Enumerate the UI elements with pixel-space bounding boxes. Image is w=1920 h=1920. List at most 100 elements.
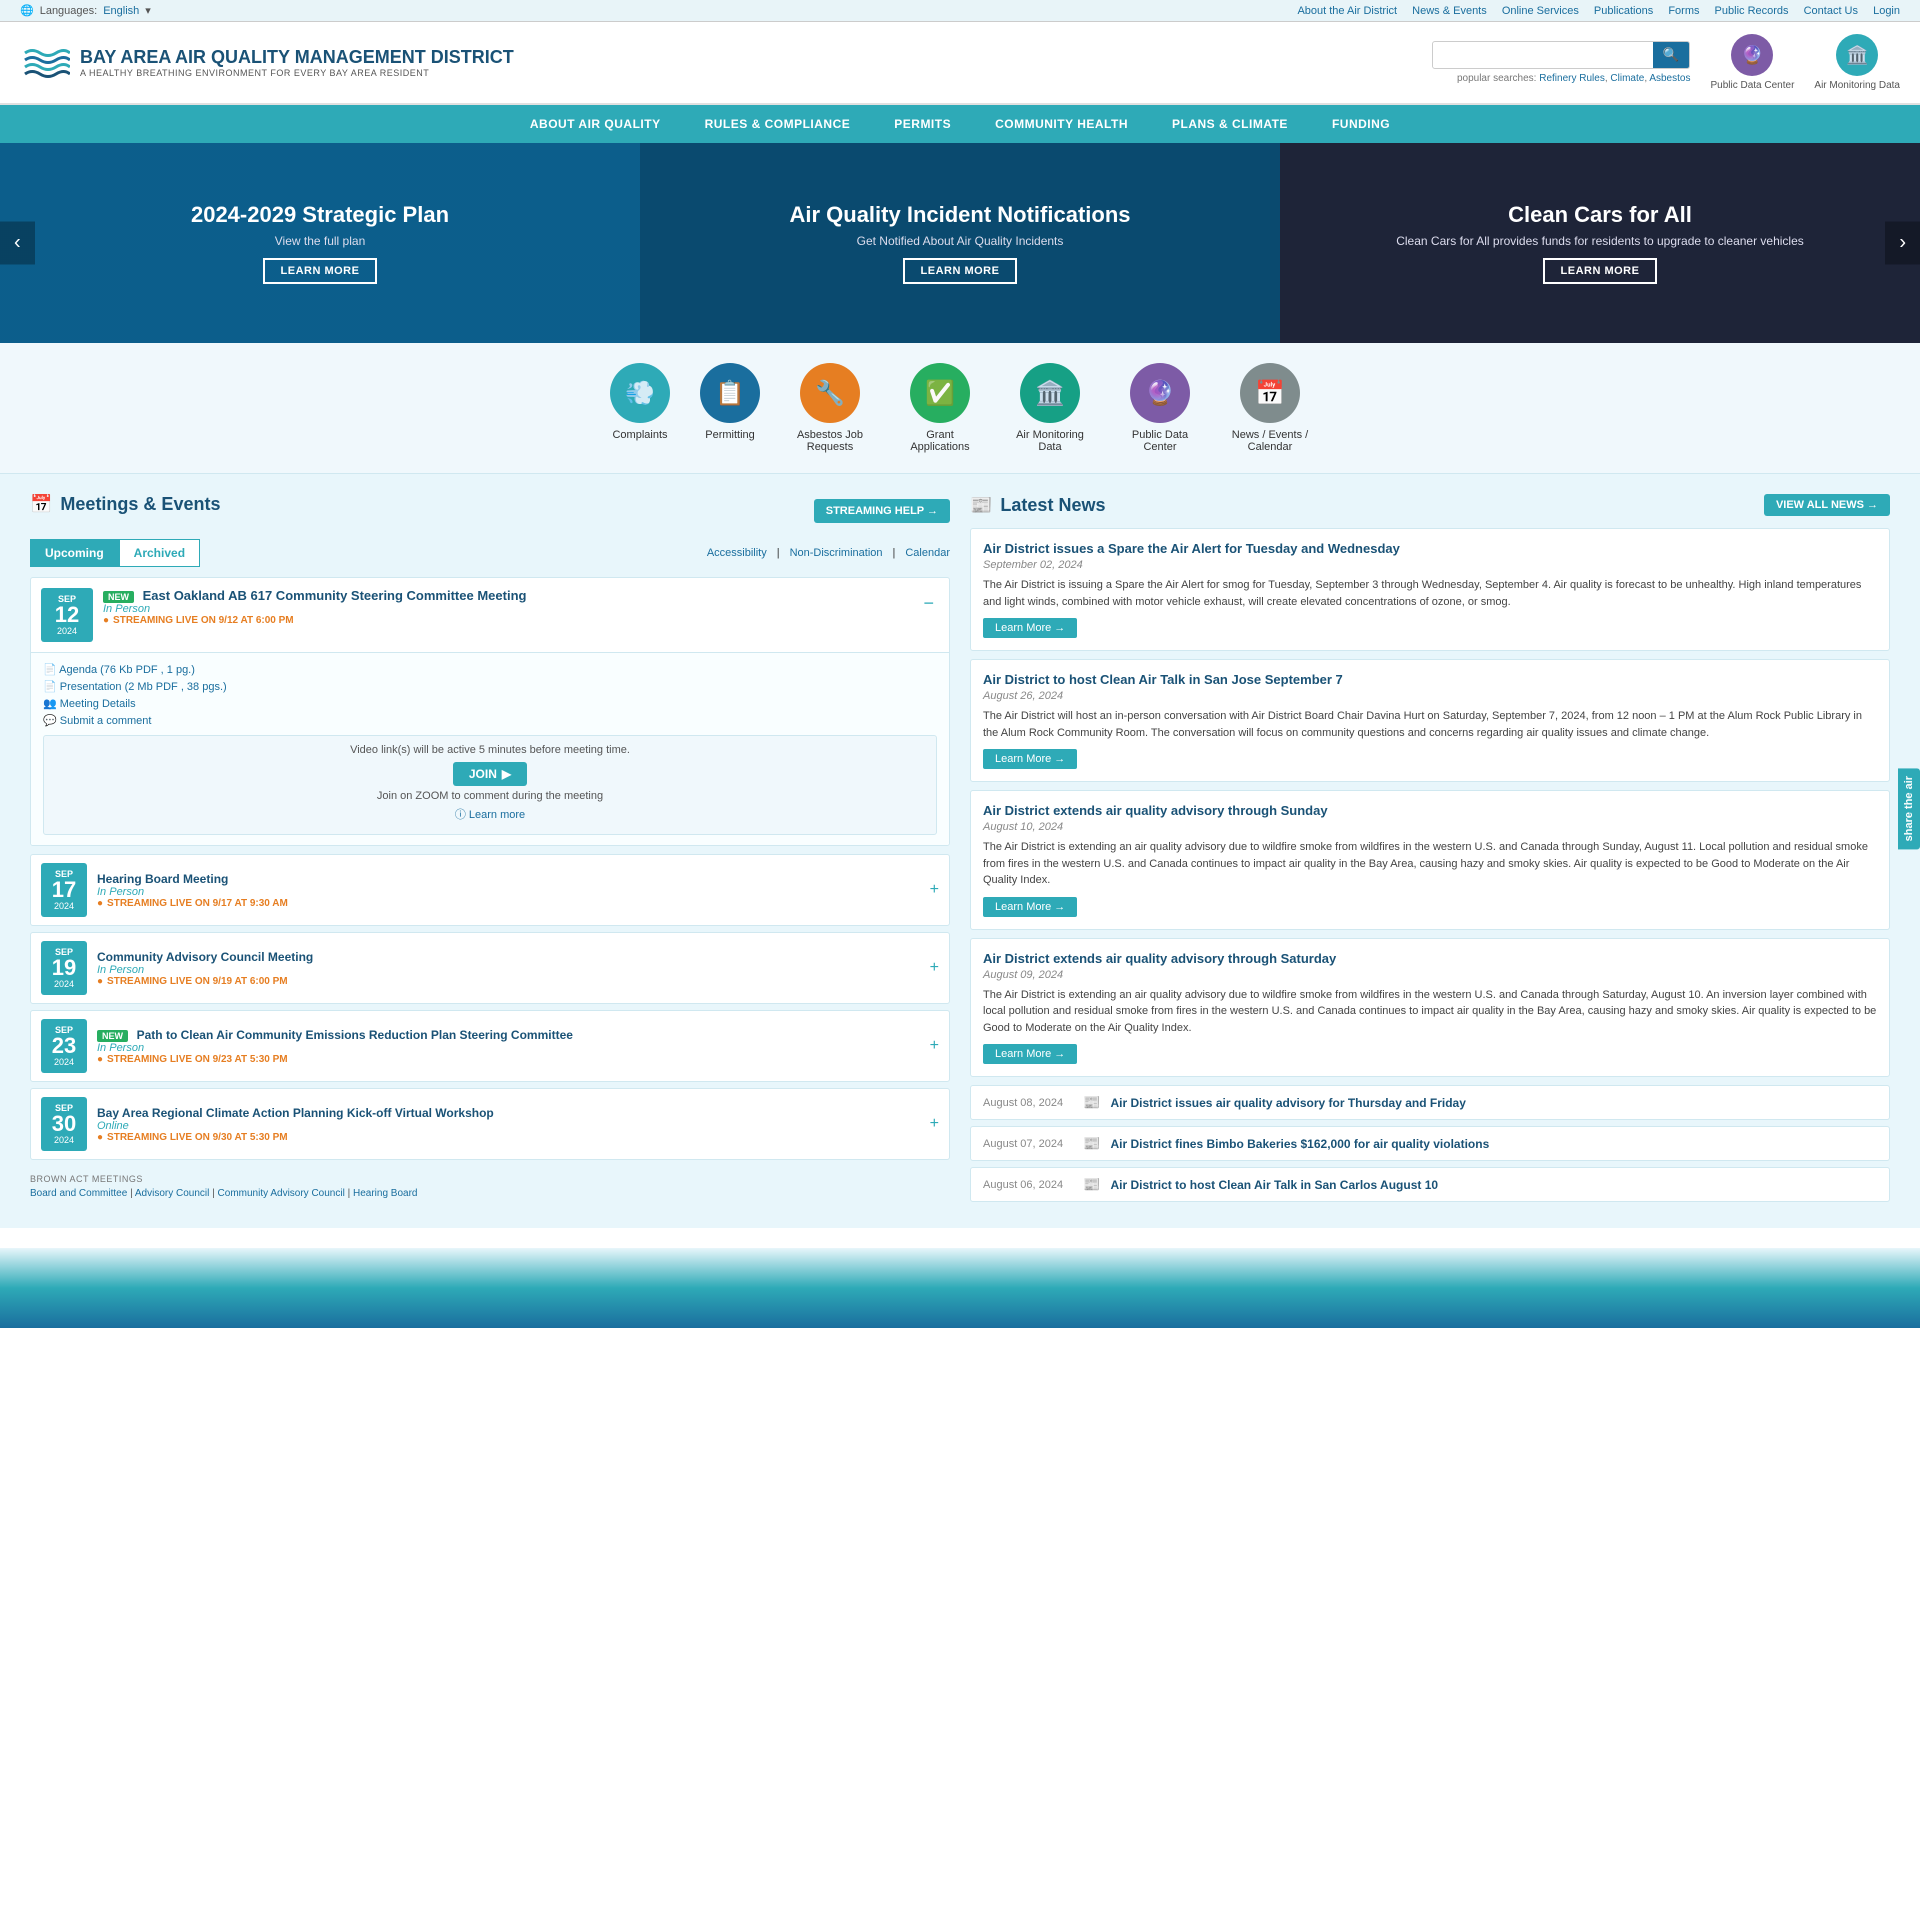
icon-grants[interactable]: ✅ Grant Applications <box>900 363 980 453</box>
expand-event-5[interactable]: + <box>930 1115 939 1133</box>
non-discrimination-link[interactable]: Non-Discrimination <box>790 547 883 559</box>
event-date-2: SEP 17 2024 <box>41 863 87 917</box>
icon-news-events[interactable]: 📅 News / Events / Calendar <box>1230 363 1310 453</box>
about-link[interactable]: About the Air District <box>1297 5 1397 17</box>
search-button[interactable]: 🔍 <box>1653 42 1690 68</box>
air-monitoring-data-icon: 🏛️ <box>1020 363 1080 423</box>
popular-search-asbestos[interactable]: Asbestos <box>1649 73 1690 84</box>
air-monitoring-link[interactable]: 🏛️ Air Monitoring Data <box>1814 34 1900 91</box>
popular-searches: popular searches: Refinery Rules, Climat… <box>1457 73 1691 84</box>
submit-comment-link[interactable]: 💬 Submit a comment <box>43 714 937 727</box>
streaming-help-button[interactable]: STREAMING HELP → <box>814 499 950 523</box>
news-list-link-1[interactable]: Air District issues air quality advisory… <box>1110 1096 1465 1110</box>
tab-upcoming[interactable]: Upcoming <box>30 539 119 567</box>
event-toggle-1[interactable]: − <box>918 588 939 642</box>
language-selector[interactable]: 🌐 Languages: English ▾ <box>20 4 151 17</box>
board-committee-link[interactable]: Board and Committee <box>30 1188 127 1199</box>
quick-icons-section: 💨 Complaints 📋 Permitting 🔧 Asbestos Job… <box>0 343 1920 474</box>
view-all-news-button[interactable]: VIEW ALL NEWS → <box>1764 494 1890 516</box>
forms-link[interactable]: Forms <box>1668 5 1699 17</box>
news-learn-more-3[interactable]: Learn More → <box>983 897 1077 917</box>
accessibility-link[interactable]: Accessibility <box>707 547 767 559</box>
popular-search-refinery[interactable]: Refinery Rules <box>1539 73 1605 84</box>
event-info-5: Bay Area Regional Climate Action Plannin… <box>97 1106 920 1143</box>
meeting-details-link[interactable]: 👥 Meeting Details <box>43 697 937 710</box>
news-card-2: Air District to host Clean Air Talk in S… <box>970 659 1890 782</box>
news-list-icon-2: 📰 <box>1083 1135 1100 1152</box>
icon-permitting[interactable]: 📋 Permitting <box>700 363 760 453</box>
icon-public-data[interactable]: 🔮 Public Data Center <box>1120 363 1200 453</box>
nav-rules[interactable]: Rules & Compliance <box>683 105 873 143</box>
event-date-1: SEP 12 2024 <box>41 588 93 642</box>
hero-slides: 2024-2029 Strategic Plan View the full p… <box>0 143 1920 343</box>
news-learn-more-2[interactable]: Learn More → <box>983 749 1077 769</box>
header-quick-links: 🔮 Public Data Center 🏛️ Air Monitoring D… <box>1710 34 1900 91</box>
search-input[interactable] <box>1433 43 1653 67</box>
public-data-center-link[interactable]: 🔮 Public Data Center <box>1710 34 1794 91</box>
news-card-3: Air District extends air quality advisor… <box>970 790 1890 930</box>
hero-next-button[interactable]: › <box>1885 222 1920 265</box>
hero-cta-1[interactable]: LEARN MORE <box>263 258 378 284</box>
footer-wave <box>0 1248 1920 1328</box>
hero-prev-button[interactable]: ‹ <box>0 222 35 265</box>
popular-search-climate[interactable]: Climate <box>1610 73 1644 84</box>
news-learn-more-4[interactable]: Learn More → <box>983 1044 1077 1064</box>
header-right: 🔍 popular searches: Refinery Rules, Clim… <box>1432 34 1900 91</box>
advisory-council-link[interactable]: Advisory Council <box>135 1188 209 1199</box>
community-advisory-link[interactable]: Community Advisory Council <box>218 1188 345 1199</box>
hero-carousel: ‹ 2024-2029 Strategic Plan View the full… <box>0 143 1920 343</box>
event-info-3: Community Advisory Council Meeting In Pe… <box>97 950 920 987</box>
logo-waves-icon <box>20 38 70 88</box>
agenda-link[interactable]: 📄 Agenda (76 Kb PDF , 1 pg.) <box>43 663 937 676</box>
main-content: 📅 Meetings & Events STREAMING HELP → Upc… <box>0 474 1920 1228</box>
news-list-icon-1: 📰 <box>1083 1094 1100 1111</box>
news-icon: 📰 <box>970 495 992 516</box>
news-list-item-3: August 06, 2024 📰 Air District to host C… <box>970 1167 1890 1202</box>
login-link[interactable]: Login <box>1873 5 1900 17</box>
publications-link[interactable]: Publications <box>1594 5 1653 17</box>
search-bar: 🔍 <box>1432 41 1691 69</box>
icon-complaints[interactable]: 💨 Complaints <box>610 363 670 453</box>
news-events-calendar-icon: 📅 <box>1240 363 1300 423</box>
nav-plans[interactable]: Plans & Climate <box>1150 105 1310 143</box>
hero-cta-3[interactable]: LEARN MORE <box>1543 258 1658 284</box>
tab-archived[interactable]: Archived <box>119 539 200 567</box>
permitting-icon: 📋 <box>700 363 760 423</box>
event-card-1: SEP 12 2024 NEW East Oakland AB 617 Comm… <box>30 577 950 846</box>
news-events-link[interactable]: News & Events <box>1412 5 1487 17</box>
hero-cta-2[interactable]: LEARN MORE <box>903 258 1018 284</box>
icon-air-monitoring[interactable]: 🏛️ Air Monitoring Data <box>1010 363 1090 453</box>
calendar-link[interactable]: Calendar <box>905 547 950 559</box>
new-badge-1: NEW <box>103 591 134 603</box>
meetings-section: 📅 Meetings & Events STREAMING HELP → Upc… <box>30 494 950 1208</box>
news-list-link-3[interactable]: Air District to host Clean Air Talk in S… <box>1110 1178 1438 1192</box>
event-date-4: SEP 23 2024 <box>41 1019 87 1073</box>
news-list-link-2[interactable]: Air District fines Bimbo Bakeries $162,0… <box>1110 1137 1489 1151</box>
nav-permits[interactable]: Permits <box>872 105 973 143</box>
icon-asbestos[interactable]: 🔧 Asbestos Job Requests <box>790 363 870 453</box>
nav-funding[interactable]: Funding <box>1310 105 1412 143</box>
event-info-2: Hearing Board Meeting In Person STREAMIN… <box>97 872 920 909</box>
news-learn-more-1[interactable]: Learn More → <box>983 618 1077 638</box>
share-sidebar[interactable]: share the air <box>1898 768 1920 849</box>
expand-event-2[interactable]: + <box>930 881 939 899</box>
news-card-1: Air District issues a Spare the Air Aler… <box>970 528 1890 651</box>
learn-more-link[interactable]: ⓘ Learn more <box>52 806 928 822</box>
public-records-link[interactable]: Public Records <box>1715 5 1789 17</box>
expand-event-3[interactable]: + <box>930 959 939 977</box>
logo[interactable]: Bay Area Air Quality Management District… <box>20 38 514 88</box>
public-data-center-icon: 🔮 <box>1130 363 1190 423</box>
news-title: 📰 Latest News <box>970 495 1105 516</box>
nav-about-air[interactable]: About Air Quality <box>508 105 683 143</box>
nav-community[interactable]: Community Health <box>973 105 1150 143</box>
presentation-link[interactable]: 📄 Presentation (2 Mb PDF , 38 pgs.) <box>43 680 937 693</box>
complaints-icon: 💨 <box>610 363 670 423</box>
online-services-link[interactable]: Online Services <box>1502 5 1579 17</box>
event-card-4: SEP 23 2024 NEW Path to Clean Air Commun… <box>30 1010 950 1082</box>
join-button[interactable]: JOIN ▶ <box>453 762 527 786</box>
hearing-board-link[interactable]: Hearing Board <box>353 1188 417 1199</box>
contact-link[interactable]: Contact Us <box>1804 5 1858 17</box>
event-info-1: NEW East Oakland AB 617 Community Steeri… <box>103 588 908 642</box>
meetings-tabs: Upcoming Archived Accessibility | Non-Di… <box>30 539 950 567</box>
expand-event-4[interactable]: + <box>930 1037 939 1055</box>
